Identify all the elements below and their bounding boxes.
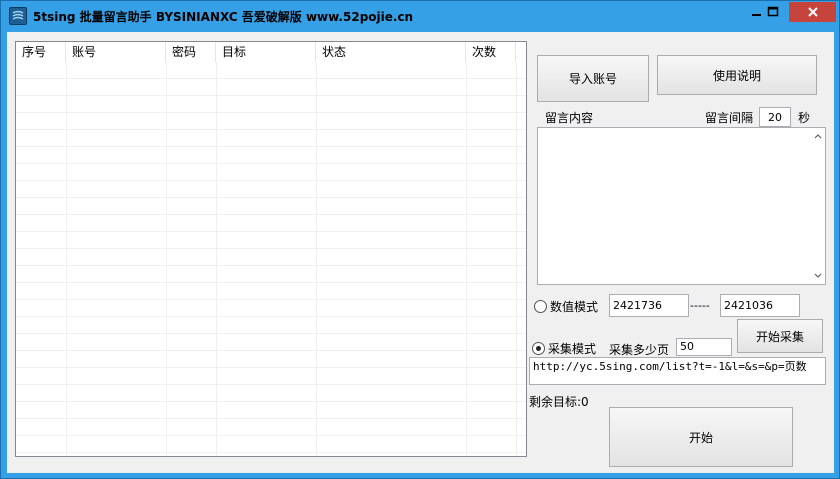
url-template-input[interactable]: http://yc.5sing.com/list?t=-1&l=&s=&p=页数 bbox=[529, 357, 826, 385]
main-window: 5tsing 批量留言助手 BYSINIANXC 吾爱破解版 www.52poj… bbox=[0, 0, 840, 479]
interval-label: 留言间隔 bbox=[705, 111, 754, 125]
start-collect-button[interactable]: 开始采集 bbox=[737, 319, 823, 353]
list-header: 序号 账号 密码 目标 状态 次数 bbox=[16, 42, 526, 62]
pages-label: 采集多少页 bbox=[609, 343, 670, 357]
maximize-button[interactable] bbox=[759, 2, 787, 22]
interval-unit-label: 秒 bbox=[798, 111, 811, 125]
client-area: 序号 账号 密码 目标 状态 次数 导入账号 使用说明 留言内容 留言间隔 20… bbox=[7, 32, 834, 473]
collect-mode-radio-circle[interactable] bbox=[532, 342, 545, 355]
collect-mode-radio[interactable]: 采集模式 bbox=[532, 340, 596, 357]
maximize-icon bbox=[767, 6, 779, 17]
numeric-mode-label: 数值模式 bbox=[550, 300, 599, 314]
message-content-input[interactable] bbox=[537, 127, 826, 285]
numeric-from-input[interactable]: 2421736 bbox=[609, 294, 689, 317]
account-list[interactable]: 序号 账号 密码 目标 状态 次数 bbox=[15, 41, 527, 457]
range-separator: ----- bbox=[690, 299, 710, 312]
close-icon bbox=[807, 7, 818, 17]
remaining-target-label: 剩余目标:0 bbox=[529, 395, 589, 409]
app-icon bbox=[9, 7, 27, 25]
start-button[interactable]: 开始 bbox=[609, 407, 793, 467]
numeric-mode-radio[interactable]: 数值模式 bbox=[534, 298, 598, 315]
col-header-count[interactable]: 次数 bbox=[466, 42, 516, 62]
title-bar[interactable]: 5tsing 批量留言助手 BYSINIANXC 吾爱破解版 www.52poj… bbox=[1, 1, 839, 31]
col-header-account[interactable]: 账号 bbox=[66, 42, 166, 62]
col-header-index[interactable]: 序号 bbox=[16, 42, 66, 62]
import-accounts-button[interactable]: 导入账号 bbox=[537, 55, 649, 102]
message-label: 留言内容 bbox=[545, 111, 594, 125]
numeric-to-input[interactable]: 2421036 bbox=[720, 294, 800, 317]
scroll-arrows-icon bbox=[814, 134, 822, 278]
instructions-button[interactable]: 使用说明 bbox=[657, 55, 817, 95]
pages-input[interactable]: 50 bbox=[676, 338, 732, 356]
message-scrollbar[interactable] bbox=[811, 128, 825, 284]
collect-mode-label: 采集模式 bbox=[548, 342, 597, 356]
window-title: 5tsing 批量留言助手 BYSINIANXC 吾爱破解版 www.52poj… bbox=[33, 10, 414, 24]
col-header-target[interactable]: 目标 bbox=[216, 42, 316, 62]
col-header-password[interactable]: 密码 bbox=[166, 42, 216, 62]
close-button[interactable] bbox=[789, 2, 836, 22]
numeric-mode-radio-circle[interactable] bbox=[534, 300, 547, 313]
list-body bbox=[16, 62, 526, 456]
col-header-status[interactable]: 状态 bbox=[316, 42, 466, 62]
interval-input[interactable]: 20 bbox=[759, 107, 791, 127]
